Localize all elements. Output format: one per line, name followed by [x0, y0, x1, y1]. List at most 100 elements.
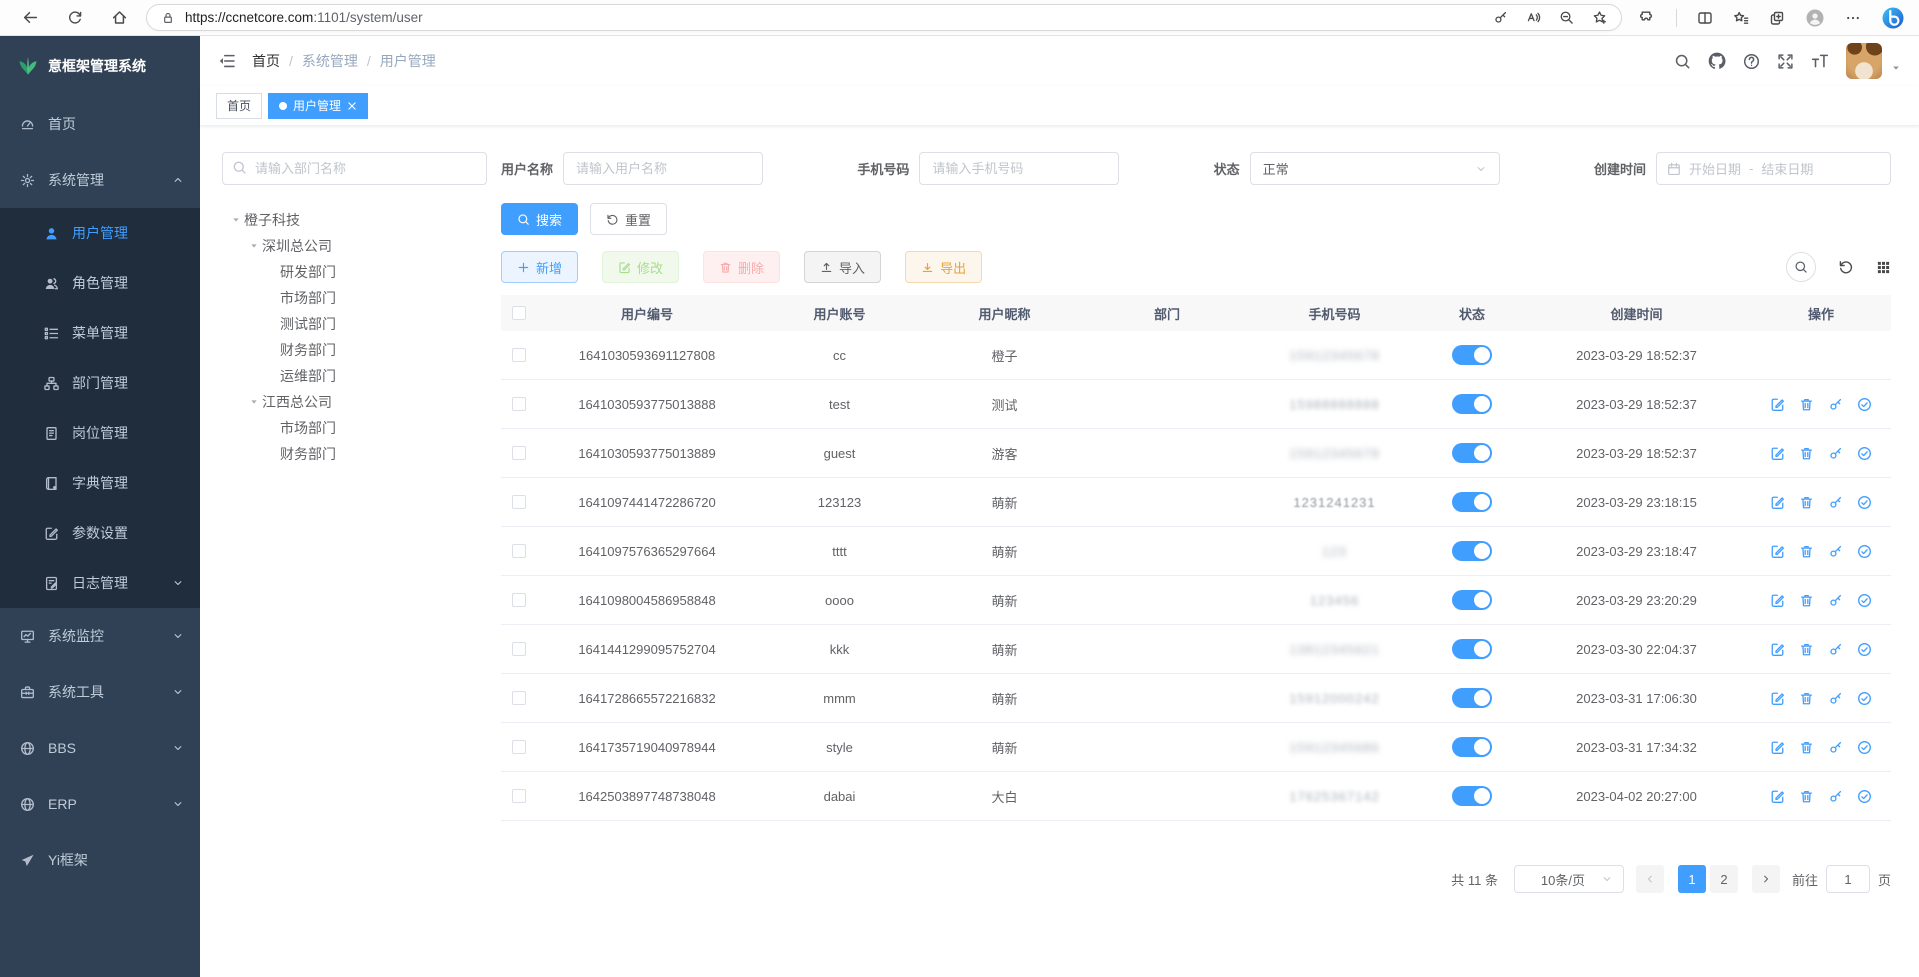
tree-expand-caret-icon[interactable] [228, 215, 244, 225]
edit-action-icon[interactable] [1770, 789, 1785, 804]
search-icon[interactable] [1674, 53, 1691, 70]
reset-password-key-icon[interactable] [1828, 397, 1843, 412]
read-aloud-icon[interactable] [1526, 10, 1541, 25]
fullscreen-icon[interactable] [1777, 53, 1794, 70]
status-toggle[interactable] [1452, 786, 1492, 806]
tree-node[interactable]: 财务部门 [222, 441, 487, 467]
row-checkbox[interactable] [512, 397, 526, 411]
tree-expand-caret-icon[interactable] [246, 241, 262, 251]
delete-action-icon[interactable] [1799, 740, 1814, 755]
extensions-puzzle-icon[interactable] [1640, 10, 1656, 26]
phone-input[interactable] [919, 152, 1119, 185]
edit-action-icon[interactable] [1770, 740, 1785, 755]
tree-node[interactable]: 测试部门 [222, 311, 487, 337]
status-select[interactable]: 正常 [1250, 152, 1500, 185]
export-button[interactable]: 导出 [905, 251, 982, 283]
user-avatar[interactable] [1846, 43, 1882, 79]
status-toggle[interactable] [1452, 345, 1492, 365]
page-button-2[interactable]: 2 [1710, 865, 1738, 893]
row-checkbox[interactable] [512, 446, 526, 460]
more-options-icon[interactable] [1845, 10, 1861, 26]
goto-page-input[interactable] [1826, 865, 1870, 893]
home-icon[interactable] [111, 9, 128, 26]
status-toggle[interactable] [1452, 492, 1492, 512]
tree-node[interactable]: 深圳总公司 [222, 233, 487, 259]
github-icon[interactable] [1708, 52, 1726, 70]
delete-action-icon[interactable] [1799, 789, 1814, 804]
sidebar-item-menu[interactable]: 菜单管理 [0, 308, 200, 358]
sidebar-item-erp[interactable]: ERP [0, 776, 200, 832]
table-refresh-icon[interactable] [1838, 259, 1854, 275]
row-checkbox[interactable] [512, 691, 526, 705]
tree-expand-caret-icon[interactable] [246, 397, 262, 407]
tab-close-icon[interactable] [347, 101, 357, 111]
reset-password-key-icon[interactable] [1828, 593, 1843, 608]
import-button[interactable]: 导入 [804, 251, 881, 283]
reset-password-key-icon[interactable] [1828, 740, 1843, 755]
edit-button[interactable]: 修改 [602, 251, 679, 283]
assign-role-check-icon[interactable] [1857, 446, 1872, 461]
search-button[interactable]: 搜索 [501, 203, 578, 235]
status-toggle[interactable] [1452, 590, 1492, 610]
delete-button[interactable]: 删除 [703, 251, 780, 283]
sidebar-item-dict[interactable]: 字典管理 [0, 458, 200, 508]
assign-role-check-icon[interactable] [1857, 593, 1872, 608]
assign-role-check-icon[interactable] [1857, 544, 1872, 559]
sidebar-item-system[interactable]: 系统管理 [0, 152, 200, 208]
add-button[interactable]: 新增 [501, 251, 578, 283]
reset-password-key-icon[interactable] [1828, 691, 1843, 706]
row-checkbox[interactable] [512, 544, 526, 558]
row-checkbox[interactable] [512, 348, 526, 362]
select-all-checkbox[interactable] [512, 306, 526, 320]
assign-role-check-icon[interactable] [1857, 789, 1872, 804]
sidebar-item-yi[interactable]: Yi框架 [0, 832, 200, 888]
tab-home[interactable]: 首页 [216, 93, 262, 119]
edit-action-icon[interactable] [1770, 544, 1785, 559]
breadcrumb-home[interactable]: 首页 [252, 51, 280, 71]
edit-action-icon[interactable] [1770, 691, 1785, 706]
help-icon[interactable] [1743, 53, 1760, 70]
reset-password-key-icon[interactable] [1828, 642, 1843, 657]
edit-action-icon[interactable] [1770, 593, 1785, 608]
favorite-star-icon[interactable] [1592, 10, 1607, 25]
split-screen-icon[interactable] [1697, 10, 1713, 26]
sidebar-item-log[interactable]: 日志管理 [0, 558, 200, 608]
assign-role-check-icon[interactable] [1857, 397, 1872, 412]
row-checkbox[interactable] [512, 642, 526, 656]
edit-action-icon[interactable] [1770, 495, 1785, 510]
edit-action-icon[interactable] [1770, 397, 1785, 412]
status-toggle[interactable] [1452, 443, 1492, 463]
next-page-button[interactable] [1752, 865, 1780, 893]
tree-node[interactable]: 市场部门 [222, 415, 487, 441]
delete-action-icon[interactable] [1799, 642, 1814, 657]
tree-node[interactable]: 财务部门 [222, 337, 487, 363]
delete-action-icon[interactable] [1799, 544, 1814, 559]
dept-search-input[interactable] [222, 152, 487, 185]
password-key-icon[interactable] [1493, 10, 1508, 25]
row-checkbox[interactable] [512, 495, 526, 509]
copilot-icon[interactable] [1881, 6, 1905, 30]
status-toggle[interactable] [1452, 394, 1492, 414]
edit-action-icon[interactable] [1770, 446, 1785, 461]
address-bar[interactable]: https://ccnetcore.com:1101/system/user [146, 4, 1622, 31]
sidebar-item-bbs[interactable]: BBS [0, 720, 200, 776]
delete-action-icon[interactable] [1799, 397, 1814, 412]
reset-button[interactable]: 重置 [590, 203, 667, 235]
row-checkbox[interactable] [512, 740, 526, 754]
font-size-icon[interactable] [1811, 52, 1829, 70]
status-toggle[interactable] [1452, 688, 1492, 708]
status-toggle[interactable] [1452, 639, 1492, 659]
favorites-bar-icon[interactable] [1733, 10, 1749, 26]
sidebar-item-tools[interactable]: 系统工具 [0, 664, 200, 720]
reset-password-key-icon[interactable] [1828, 544, 1843, 559]
edit-action-icon[interactable] [1770, 642, 1785, 657]
date-range-picker[interactable]: 开始日期 - 结束日期 [1656, 152, 1891, 185]
tree-node[interactable]: 研发部门 [222, 259, 487, 285]
status-toggle[interactable] [1452, 541, 1492, 561]
delete-action-icon[interactable] [1799, 446, 1814, 461]
reset-password-key-icon[interactable] [1828, 495, 1843, 510]
assign-role-check-icon[interactable] [1857, 740, 1872, 755]
collapse-menu-icon[interactable] [218, 52, 236, 70]
sidebar-item-monitor[interactable]: 系统监控 [0, 608, 200, 664]
column-settings-icon[interactable] [1876, 260, 1891, 275]
